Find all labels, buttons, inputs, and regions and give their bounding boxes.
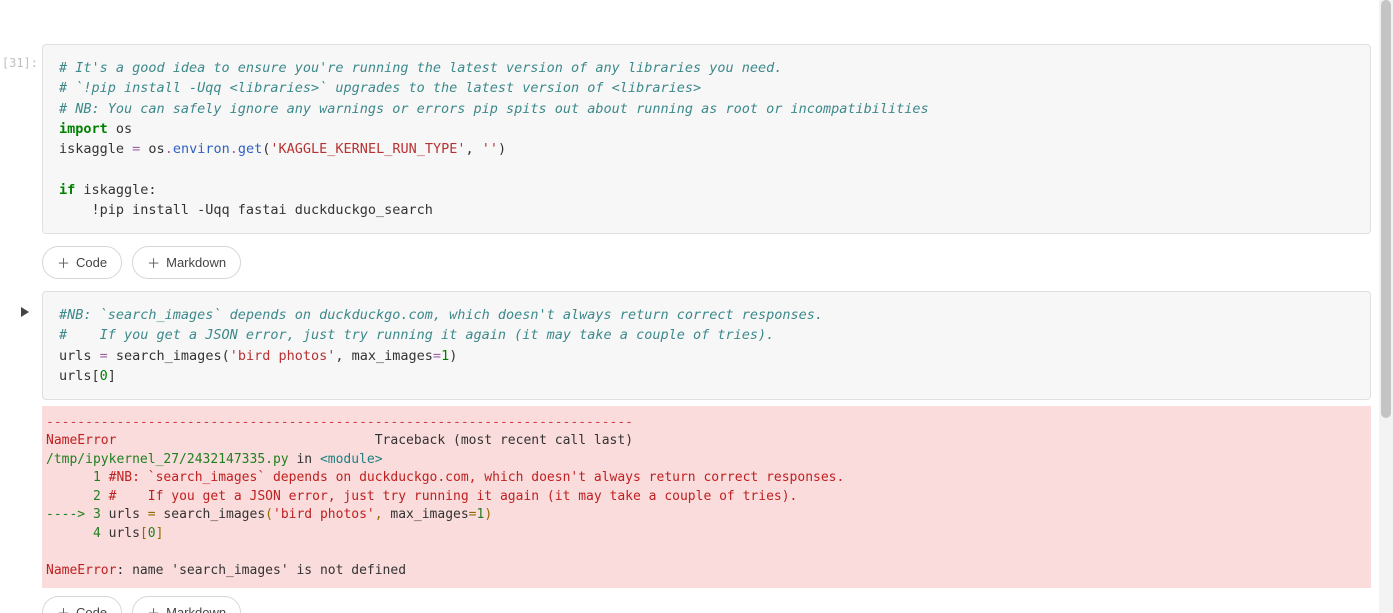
code-cell-2: #NB: `search_images` depends on duckduck… (0, 291, 1371, 400)
shell-magic-line: !pip install -Uqq fastai duckduckgo_sear… (59, 202, 433, 218)
traceback-file: /tmp/ipykernel_27/2432147335.py (46, 452, 289, 467)
code-comment: # `!pip install -Uqq <libraries>` upgrad… (59, 80, 701, 96)
traceback-divider: ----------------------------------------… (46, 415, 633, 430)
add-markdown-label: Markdown (166, 255, 226, 270)
run-cell-icon[interactable] (21, 307, 29, 317)
traceback-scope: <module> (320, 452, 383, 467)
traceback-lineno: 1 (46, 470, 101, 485)
cell-error-output: ----------------------------------------… (0, 406, 1371, 588)
string-literal: 'bird photos' (230, 348, 336, 364)
add-code-label: Code (76, 255, 107, 270)
error-class: NameError (46, 563, 116, 578)
string-literal: '' (482, 141, 498, 157)
add-code-button[interactable]: ＋ Code (42, 246, 122, 279)
code-comment: # If you get a JSON error, just try runn… (59, 327, 774, 343)
notebook-container: [31]: # It's a good idea to ensure you'r… (0, 0, 1393, 613)
keyword-import: import (59, 121, 108, 137)
add-markdown-button[interactable]: ＋ Markdown (132, 596, 241, 613)
plus-icon: ＋ (147, 603, 160, 613)
run-gutter (6, 291, 44, 400)
plus-icon: ＋ (57, 603, 70, 613)
code-comment: # NB: You can safely ignore any warnings… (59, 101, 929, 117)
module-name: os (108, 121, 132, 137)
traceback-label: Traceback (most recent call last) (375, 433, 633, 448)
plus-icon: ＋ (57, 253, 70, 272)
add-code-button[interactable]: ＋ Code (42, 596, 122, 613)
variable: iskaggle (59, 141, 132, 157)
keyword-if: if (59, 182, 75, 198)
code-input-area[interactable]: #NB: `search_images` depends on duckduck… (42, 291, 1371, 400)
traceback-lineno: 2 (46, 489, 101, 504)
add-cell-buttons: ＋ Code ＋ Markdown (42, 246, 1371, 279)
number-literal: 0 (100, 368, 108, 384)
string-literal: 'KAGGLE_KERNEL_RUN_TYPE' (270, 141, 465, 157)
add-code-label: Code (76, 605, 107, 613)
error-message: : name 'search_images' is not defined (116, 563, 406, 578)
code-input-area[interactable]: # It's a good idea to ensure you're runn… (42, 44, 1371, 234)
traceback-arrow: ----> (46, 507, 93, 522)
scrollbar-track[interactable] (1379, 0, 1393, 613)
execution-count: [31]: (0, 44, 42, 234)
plus-icon: ＋ (147, 253, 160, 272)
code-comment: # It's a good idea to ensure you're runn… (59, 60, 782, 76)
traceback-output[interactable]: ----------------------------------------… (42, 406, 1371, 588)
add-cell-buttons: ＋ Code ＋ Markdown (42, 596, 1371, 613)
error-class: NameError (46, 433, 116, 448)
add-markdown-label: Markdown (166, 605, 226, 613)
scrollbar-thumb[interactable] (1381, 0, 1391, 418)
code-cell-1: [31]: # It's a good idea to ensure you'r… (0, 44, 1371, 234)
traceback-lineno: 4 (46, 526, 101, 541)
add-markdown-button[interactable]: ＋ Markdown (132, 246, 241, 279)
code-comment: #NB: `search_images` depends on duckduck… (59, 307, 823, 323)
number-literal: 1 (441, 348, 449, 364)
